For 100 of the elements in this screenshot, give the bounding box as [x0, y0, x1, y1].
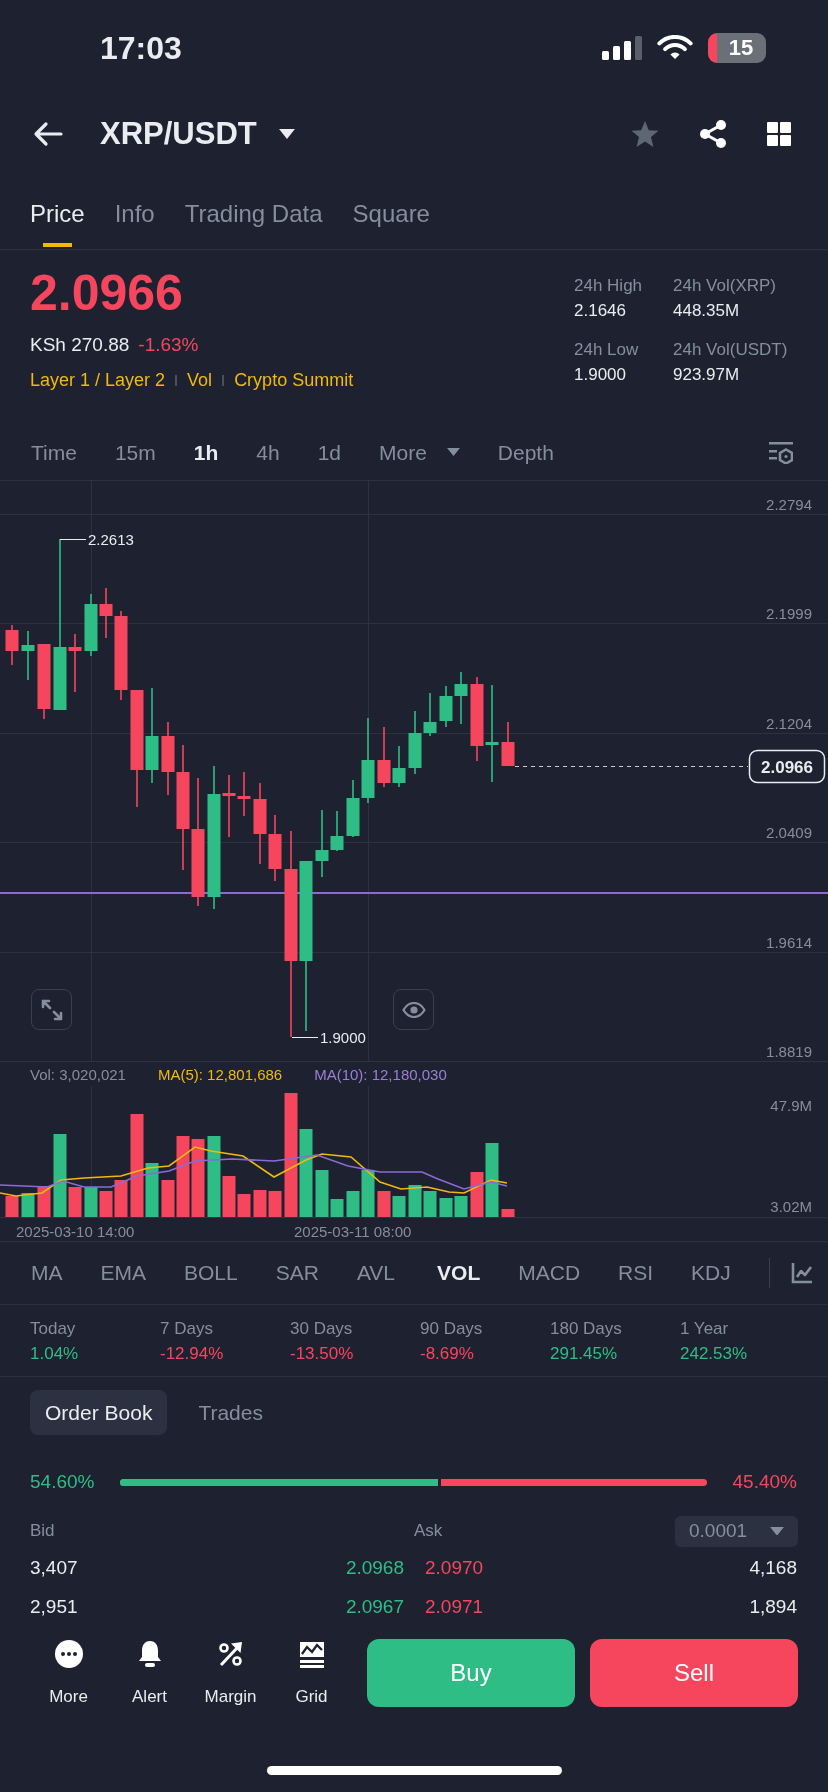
interval-tab[interactable]: Depth	[497, 440, 554, 465]
page-tab[interactable]: Price	[30, 178, 85, 249]
indicator-tab[interactable]: VOL	[437, 1261, 481, 1285]
ask-price: 2.0971	[425, 1595, 484, 1618]
price-axis-label: 1.9614	[766, 933, 812, 951]
pair-selector[interactable]: XRP/USDT	[100, 116, 295, 152]
indicator-tab[interactable]: AVL	[356, 1261, 396, 1285]
buy-button[interactable]: Buy	[367, 1639, 575, 1707]
period-label: 90 Days	[420, 1318, 484, 1340]
period-label: 7 Days	[160, 1318, 214, 1340]
sell-button[interactable]: Sell	[590, 1639, 798, 1707]
candle	[84, 593, 98, 657]
price-axis-label: 1.8819	[766, 1043, 812, 1060]
period-change: -12.94%	[160, 1343, 225, 1365]
page-tab[interactable]: Square	[352, 178, 430, 249]
candle	[237, 771, 251, 817]
candle	[268, 814, 282, 882]
page-tab[interactable]: Trading Data	[184, 178, 323, 249]
bid-amount: 3,407	[30, 1556, 78, 1579]
caret-icon	[770, 1526, 784, 1536]
last-price-tag: 2.0966	[748, 749, 826, 784]
price-change: -1.63%	[138, 333, 199, 357]
action-button[interactable]: Alert	[109, 1639, 190, 1707]
interval-tab[interactable]: 1d	[317, 440, 341, 465]
stat-label: 24h Vol(USDT)	[673, 339, 789, 361]
stat-value: 448.35M	[673, 300, 741, 322]
high-price-label: 2.2613	[88, 531, 134, 548]
last-price: 2.0966	[30, 265, 184, 321]
visibility-button[interactable]	[393, 989, 434, 1030]
column-header: Bid	[30, 1521, 56, 1541]
share-icon[interactable]	[699, 120, 727, 148]
price-axis-label: 2.1204	[766, 714, 812, 732]
ask-amount: 4,168	[749, 1556, 797, 1579]
star-icon[interactable]	[631, 120, 659, 148]
candle	[501, 721, 515, 767]
candle	[21, 630, 35, 681]
eye-icon	[401, 1001, 426, 1018]
category-tag[interactable]: Vol	[187, 370, 213, 391]
indicator-tab[interactable]: EMA	[100, 1261, 146, 1285]
category-tag[interactable]: Crypto Summit	[234, 370, 354, 391]
period-change: -8.69%	[420, 1343, 475, 1365]
candle	[454, 671, 468, 725]
chart-settings-icon[interactable]	[769, 441, 793, 464]
indicator-tab[interactable]: SAR	[275, 1261, 319, 1285]
caret-icon	[446, 448, 460, 457]
volume-bar	[253, 1190, 267, 1217]
volume-bar	[268, 1191, 282, 1217]
volume-bar	[408, 1185, 422, 1217]
volume-bar	[423, 1191, 437, 1217]
bid-price: 2.0968	[345, 1556, 404, 1579]
category-tag[interactable]: Layer 1 / Layer 2	[30, 370, 166, 391]
line-chart-icon[interactable]	[790, 1262, 813, 1284]
action-button[interactable]: Grid	[271, 1639, 352, 1707]
price-axis-label: 2.0409	[766, 824, 812, 842]
volume-bar	[99, 1191, 113, 1217]
fiat-price: KSh 270.88	[30, 333, 130, 357]
interval-tab[interactable]: Time	[31, 440, 77, 465]
caret-icon	[278, 129, 295, 139]
bid-share: 54.60%	[30, 1471, 96, 1493]
candle	[439, 685, 453, 728]
indicator-tab[interactable]: MACD	[518, 1261, 581, 1285]
period-label: 30 Days	[290, 1318, 354, 1340]
action-button[interactable]: Margin	[190, 1639, 271, 1707]
indicator-tab[interactable]: RSI	[618, 1261, 654, 1285]
book-tab[interactable]: Trades	[183, 1390, 278, 1435]
grid-icon[interactable]	[767, 122, 791, 146]
interval-tab[interactable]: 4h	[256, 440, 280, 465]
precision-dropdown[interactable]: 0.0001	[675, 1515, 798, 1547]
price-axis-label: 2.2794	[766, 496, 812, 513]
period-label: 180 Days	[550, 1318, 623, 1340]
book-tab[interactable]: Order Book	[30, 1390, 168, 1435]
expand-icon	[40, 998, 63, 1021]
bid-price: 2.0967	[345, 1595, 404, 1618]
back-arrow-icon[interactable]	[33, 121, 63, 147]
volume-bar	[454, 1196, 468, 1217]
bid-amount: 2,951	[30, 1595, 78, 1618]
leader-line	[291, 1037, 319, 1038]
stat-value: 2.1646	[574, 300, 627, 322]
stat-label: 24h Vol(XRP)	[673, 275, 777, 297]
interval-tab[interactable]: 1h	[193, 440, 219, 465]
volume-axis-label: 3.02M	[770, 1198, 812, 1215]
volume-bar	[21, 1193, 35, 1217]
ask-price: 2.0970	[425, 1556, 484, 1579]
ask-share: 45.40%	[731, 1471, 797, 1493]
volume-bar	[501, 1209, 515, 1217]
indicator-tab[interactable]: BOLL	[184, 1261, 238, 1285]
indicator-tab[interactable]: MA	[31, 1261, 63, 1285]
period-change: -13.50%	[290, 1343, 355, 1365]
indicator-tab[interactable]: KDJ	[691, 1261, 731, 1285]
period-change: 291.45%	[550, 1343, 619, 1365]
action-button[interactable]: More	[28, 1639, 109, 1707]
volume-reading: Vol: 3,020,021	[30, 1065, 126, 1083]
volume-axis-label: 47.9M	[770, 1097, 812, 1114]
expand-button[interactable]	[31, 989, 72, 1030]
stat-value: 1.9000	[574, 364, 627, 386]
page-tab[interactable]: Info	[114, 178, 155, 249]
time-axis-label: 2025-03-11 08:00	[294, 1223, 412, 1240]
column-header: Ask	[414, 1521, 444, 1541]
interval-tab[interactable]: 15m	[114, 440, 156, 465]
interval-tab[interactable]: More	[379, 440, 460, 465]
